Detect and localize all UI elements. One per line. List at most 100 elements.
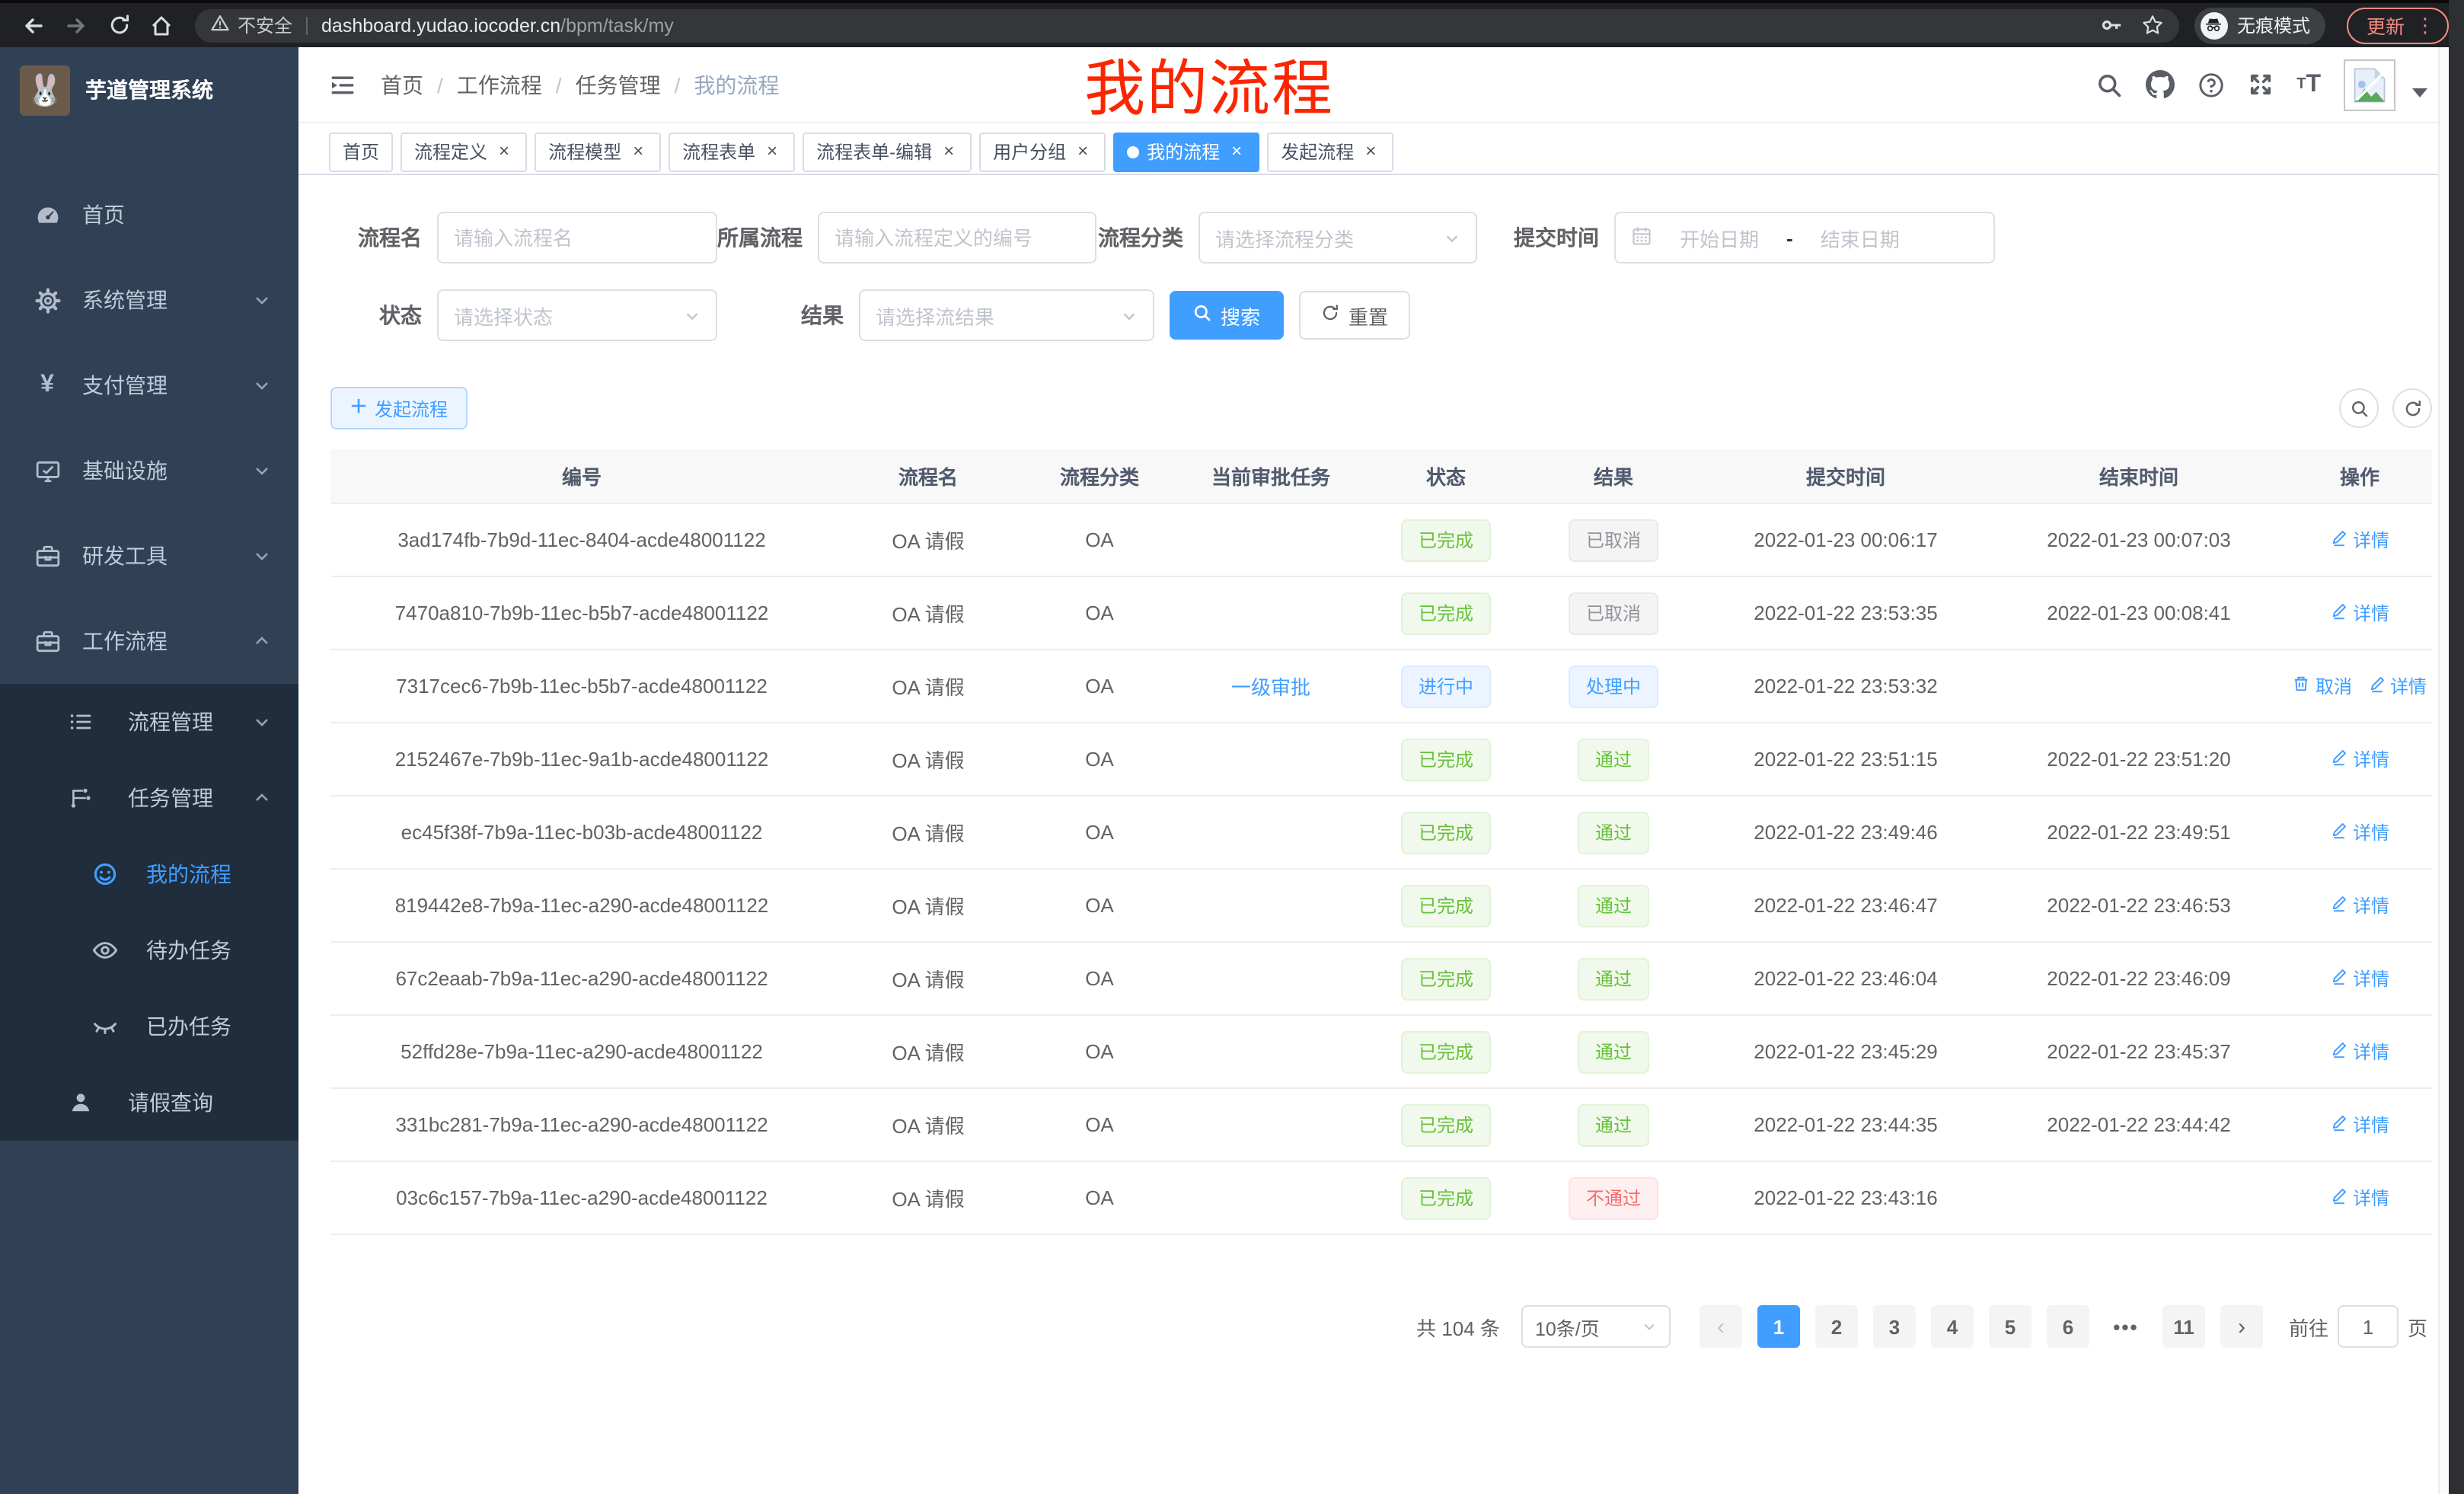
tab-6[interactable]: 我的流程× xyxy=(1113,132,1259,171)
toggle-search-icon[interactable] xyxy=(2339,388,2379,428)
status-select[interactable]: 请选择状态 xyxy=(437,289,717,341)
tab-4[interactable]: 流程表单-编辑× xyxy=(803,132,972,171)
tab-label: 发起流程 xyxy=(1281,139,1354,164)
create-process-button[interactable]: 发起流程 xyxy=(330,387,468,429)
tab-0[interactable]: 首页 xyxy=(329,132,393,171)
key-icon[interactable] xyxy=(2100,14,2123,37)
category-select[interactable]: 请选择流程分类 xyxy=(1198,212,1477,263)
close-icon[interactable]: × xyxy=(495,142,513,161)
sidebar-item-11[interactable]: 请假查询 xyxy=(0,1065,298,1141)
result-badge: 不通过 xyxy=(1569,1176,1658,1219)
next-page-button[interactable]: › xyxy=(2220,1305,2263,1348)
cancel-action[interactable]: 取消 xyxy=(2293,673,2352,699)
sidebar-item-3[interactable]: 基础设施 xyxy=(0,428,298,513)
column-header-5: 结果 xyxy=(1526,461,1701,490)
page-button-1[interactable]: 1 xyxy=(1757,1305,1800,1348)
sidebar-item-10[interactable]: 已办任务 xyxy=(0,988,298,1065)
detail-action[interactable]: 详情 xyxy=(2330,1112,2389,1138)
refresh-table-icon[interactable] xyxy=(2392,388,2432,428)
hamburger-icon[interactable] xyxy=(329,71,356,98)
sidebar-item-4[interactable]: 研发工具 xyxy=(0,513,298,599)
sidebar-item-5[interactable]: 工作流程 xyxy=(0,599,298,684)
breadcrumb-home[interactable]: 首页 xyxy=(381,69,423,100)
breadcrumb-workflow[interactable]: 工作流程 xyxy=(457,69,542,100)
detail-action[interactable]: 详情 xyxy=(2367,673,2427,699)
page-button-6[interactable]: 6 xyxy=(2047,1305,2089,1348)
pen-icon xyxy=(2330,894,2348,917)
tab-7[interactable]: 发起流程 × xyxy=(1267,132,1393,171)
process-name-label: 流程名 xyxy=(330,222,437,253)
detail-action[interactable]: 详情 xyxy=(2330,1185,2389,1211)
browser-menu-icon[interactable]: ⋮ xyxy=(2415,13,2435,37)
detail-action[interactable]: 详情 xyxy=(2330,892,2389,918)
tab-5[interactable]: 用户分组× xyxy=(979,132,1106,171)
detail-action[interactable]: 详情 xyxy=(2330,527,2389,553)
more-pages-icon[interactable]: ••• xyxy=(2105,1305,2147,1348)
address-bar[interactable]: 不安全 dashboard.yudao.iocoder.cn/bpm/task/… xyxy=(195,8,2179,42)
page-button-3[interactable]: 3 xyxy=(1873,1305,1916,1348)
app-logo-row[interactable]: 🐰 芋道管理系统 xyxy=(0,47,298,132)
forward-icon[interactable] xyxy=(58,7,94,43)
reload-icon[interactable] xyxy=(101,7,137,43)
search-icon[interactable] xyxy=(2095,71,2123,98)
row-id: 3ad174fb-7b9d-11ec-8404-acde48001122 xyxy=(397,528,765,551)
sidebar-item-label: 任务管理 xyxy=(128,783,213,813)
search-button[interactable]: 搜索 xyxy=(1170,291,1284,340)
detail-action[interactable]: 详情 xyxy=(2330,1039,2389,1065)
submit-time-range[interactable]: 开始日期 - 结束日期 xyxy=(1614,212,1995,263)
page-button-4[interactable]: 4 xyxy=(1931,1305,1974,1348)
result-select[interactable]: 请选择流结果 xyxy=(859,289,1154,341)
row-task-link[interactable]: 一级审批 xyxy=(1231,672,1310,701)
back-icon[interactable] xyxy=(15,7,52,43)
tab-3[interactable]: 流程表单× xyxy=(669,132,795,171)
help-icon[interactable] xyxy=(2197,71,2225,98)
caret-down-icon[interactable] xyxy=(2412,72,2427,97)
github-icon[interactable] xyxy=(2146,70,2175,99)
row-category: OA xyxy=(1085,675,1114,698)
row-process-name: OA 请假 xyxy=(892,672,964,701)
sidebar-item-8[interactable]: 我的流程 xyxy=(0,836,298,912)
reset-button[interactable]: 重置 xyxy=(1299,291,1410,340)
calendar-icon xyxy=(1631,225,1652,251)
column-header-4: 状态 xyxy=(1366,461,1526,490)
tab-1[interactable]: 流程定义× xyxy=(401,132,527,171)
page-button-11[interactable]: 11 xyxy=(2162,1305,2205,1348)
update-button[interactable]: 更新 ⋮ xyxy=(2347,7,2449,43)
page-size-select[interactable]: 10条/页 xyxy=(1521,1305,1671,1348)
sidebar-item-6[interactable]: 流程管理 xyxy=(0,684,298,760)
home-icon[interactable] xyxy=(143,7,180,43)
page-button-5[interactable]: 5 xyxy=(1989,1305,2032,1348)
font-size-icon[interactable]: TT xyxy=(2296,71,2321,98)
breadcrumb-task[interactable]: 任务管理 xyxy=(576,69,661,100)
window-scrollbar[interactable] xyxy=(2449,0,2464,1494)
avatar[interactable] xyxy=(2344,59,2395,110)
goto-page-input[interactable] xyxy=(2338,1305,2399,1348)
page-button-2[interactable]: 2 xyxy=(1815,1305,1858,1348)
close-icon[interactable]: × xyxy=(1361,142,1380,161)
detail-action[interactable]: 详情 xyxy=(2330,746,2389,772)
close-icon[interactable]: × xyxy=(629,142,647,161)
close-icon[interactable]: × xyxy=(763,142,781,161)
close-icon[interactable]: × xyxy=(1227,142,1246,161)
sidebar-item-1[interactable]: 系统管理 xyxy=(0,257,298,343)
sidebar-item-2[interactable]: ¥支付管理 xyxy=(0,343,298,428)
sidebar-item-0[interactable]: 首页 xyxy=(0,172,298,257)
fullscreen-icon[interactable] xyxy=(2248,72,2274,97)
scrollbar-track[interactable] xyxy=(2438,47,2449,1494)
close-icon[interactable]: × xyxy=(940,142,958,161)
navbar-actions: TT xyxy=(2095,59,2427,110)
prev-page-button[interactable]: ‹ xyxy=(1700,1305,1742,1348)
close-icon[interactable]: × xyxy=(1074,142,1092,161)
sidebar-item-7[interactable]: 任务管理 xyxy=(0,760,298,836)
detail-action[interactable]: 详情 xyxy=(2330,966,2389,991)
process-def-input[interactable] xyxy=(835,226,1080,249)
detail-action[interactable]: 详情 xyxy=(2330,819,2389,845)
tab-2[interactable]: 流程模型× xyxy=(535,132,661,171)
row-id: 7470a810-7b9b-11ec-b5b7-acde48001122 xyxy=(395,602,769,624)
table-row: 2152467e-7b9b-11ec-9a1b-acde48001122OA 请… xyxy=(330,723,2432,796)
star-icon[interactable] xyxy=(2141,14,2164,37)
process-name-input[interactable] xyxy=(454,226,701,249)
detail-action[interactable]: 详情 xyxy=(2330,600,2389,626)
navbar: 首页/ 工作流程/ 任务管理/ 我的流程 我的流程 TT xyxy=(298,47,2464,123)
sidebar-item-9[interactable]: 待办任务 xyxy=(0,912,298,988)
